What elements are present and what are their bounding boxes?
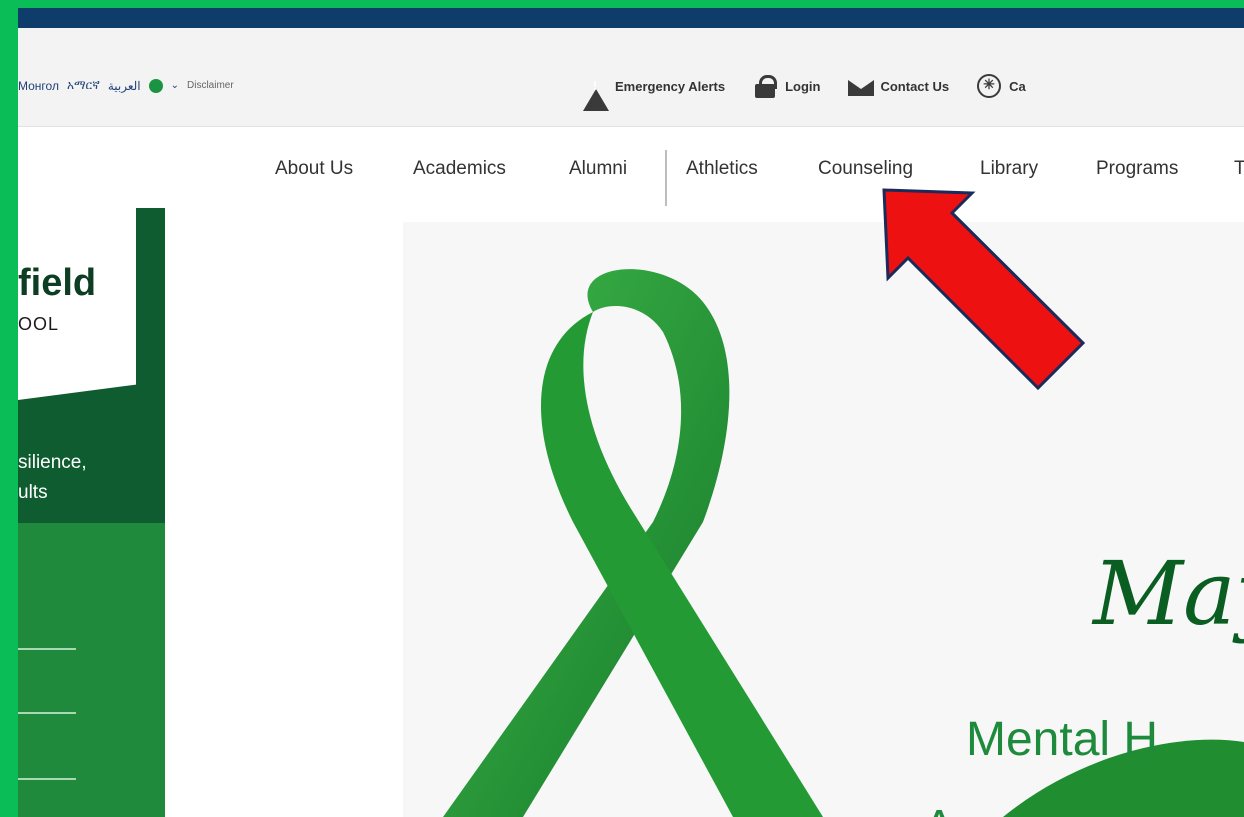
browser-viewport: Монгол አማርኛ العربية ⌄ Disclaimer ! Emerg…: [18, 0, 1244, 817]
frame-top-border: [0, 0, 1244, 8]
red-arrow-annotation: [882, 188, 1086, 391]
red-arrow-icon: [882, 188, 1086, 391]
